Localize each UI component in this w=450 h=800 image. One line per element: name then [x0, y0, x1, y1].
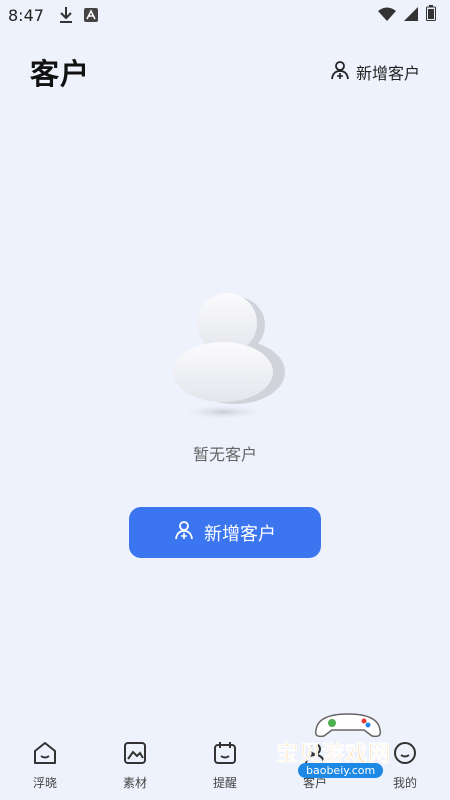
page-title: 客户	[30, 57, 91, 91]
calendar-icon	[212, 740, 238, 770]
nav-label: 素材	[122, 776, 147, 790]
nav-label: 客户	[302, 776, 327, 790]
nav-item-mine[interactable]: 我的	[360, 730, 450, 800]
header: 客户 新增客户	[0, 48, 450, 96]
nav-label: 我的	[392, 776, 417, 790]
profile-icon	[392, 740, 418, 770]
nav-label: 提醒	[212, 776, 237, 790]
nav-item-home[interactable]: 浮晓	[0, 730, 90, 800]
home-icon	[32, 740, 58, 770]
battery-icon	[426, 5, 436, 25]
download-icon	[58, 6, 74, 24]
image-icon	[122, 740, 148, 770]
empty-state-message: 暂无客户	[192, 445, 257, 464]
wifi-icon	[378, 6, 396, 25]
nav-item-customer[interactable]: 客户	[270, 730, 360, 800]
add-customer-link[interactable]: 新增客户	[330, 60, 420, 84]
status-bar: 8:47	[0, 0, 450, 30]
status-time: 8:47	[8, 5, 44, 25]
add-user-icon	[174, 520, 194, 545]
nav-label: 浮晓	[32, 776, 57, 790]
add-customer-button[interactable]: 新增客户	[129, 507, 321, 558]
add-customer-button-label: 新增客户	[204, 523, 276, 545]
empty-person-illustration	[165, 290, 295, 430]
user-icon	[302, 740, 328, 770]
add-user-icon	[330, 60, 350, 84]
bottom-nav: 浮晓 素材 提醒 客户 我的	[0, 730, 450, 800]
signal-icon	[404, 6, 418, 25]
add-customer-label: 新增客户	[355, 64, 420, 83]
nav-item-reminder[interactable]: 提醒	[180, 730, 270, 800]
nav-item-material[interactable]: 素材	[90, 730, 180, 800]
app-notification-icon	[83, 8, 98, 22]
